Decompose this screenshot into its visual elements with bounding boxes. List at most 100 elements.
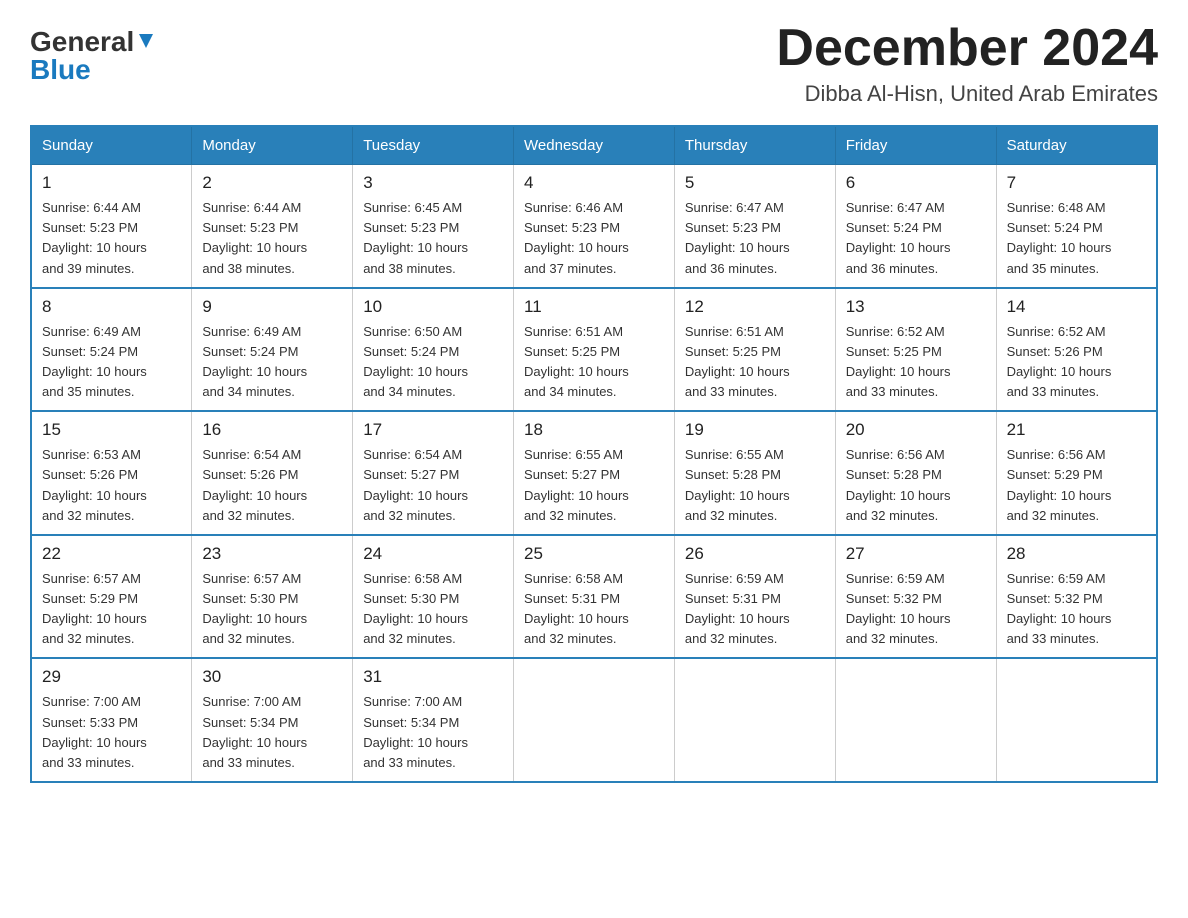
calendar-cell: 22Sunrise: 6:57 AMSunset: 5:29 PMDayligh… xyxy=(31,535,192,659)
day-number: 18 xyxy=(524,420,664,440)
day-info: Sunrise: 6:54 AMSunset: 5:27 PMDaylight:… xyxy=(363,445,503,526)
day-info: Sunrise: 6:57 AMSunset: 5:29 PMDaylight:… xyxy=(42,569,181,650)
day-info: Sunrise: 6:52 AMSunset: 5:26 PMDaylight:… xyxy=(1007,322,1146,403)
day-number: 28 xyxy=(1007,544,1146,564)
day-number: 25 xyxy=(524,544,664,564)
header-thursday: Thursday xyxy=(674,126,835,165)
day-info: Sunrise: 6:58 AMSunset: 5:30 PMDaylight:… xyxy=(363,569,503,650)
day-number: 4 xyxy=(524,173,664,193)
day-number: 31 xyxy=(363,667,503,687)
calendar-table: SundayMondayTuesdayWednesdayThursdayFrid… xyxy=(30,125,1158,783)
calendar-cell: 25 Sunrise: 6:58 AMSunset: 5:31 PMDayligh… xyxy=(514,535,675,659)
day-number: 19 xyxy=(685,420,825,440)
location-title: Dibba Al-Hisn, United Arab Emirates xyxy=(776,81,1158,107)
day-info: Sunrise: 6:58 AMSunset: 5:31 PMDaylight:… xyxy=(524,569,664,650)
calendar-cell: 26 Sunrise: 6:59 AMSunset: 5:31 PMDayligh… xyxy=(674,535,835,659)
day-number: 5 xyxy=(685,173,825,193)
calendar-cell: 4 Sunrise: 6:46 AMSunset: 5:23 PMDaylight… xyxy=(514,165,675,288)
header-tuesday: Tuesday xyxy=(353,126,514,165)
calendar-header-row: SundayMondayTuesdayWednesdayThursdayFrid… xyxy=(31,126,1157,165)
day-info: Sunrise: 6:51 AMSunset: 5:25 PMDaylight:… xyxy=(685,322,825,403)
day-info: Sunrise: 6:52 AMSunset: 5:25 PMDaylight:… xyxy=(846,322,986,403)
day-info: Sunrise: 7:00 AMSunset: 5:33 PMDaylight:… xyxy=(42,692,181,773)
calendar-cell xyxy=(674,658,835,782)
calendar-cell: 20Sunrise: 6:56 AMSunset: 5:28 PMDayligh… xyxy=(835,411,996,535)
day-number: 11 xyxy=(524,297,664,317)
calendar-cell: 7 Sunrise: 6:48 AMSunset: 5:24 PMDaylight… xyxy=(996,165,1157,288)
page-header: General Blue December 2024 Dibba Al-Hisn… xyxy=(30,20,1158,107)
day-info: Sunrise: 6:46 AMSunset: 5:23 PMDaylight:… xyxy=(524,198,664,279)
day-info: Sunrise: 6:55 AMSunset: 5:28 PMDaylight:… xyxy=(685,445,825,526)
calendar-week-row: 1Sunrise: 6:44 AMSunset: 5:23 PMDaylight… xyxy=(31,165,1157,288)
day-number: 9 xyxy=(202,297,342,317)
calendar-cell: 30 Sunrise: 7:00 AMSunset: 5:34 PMDayligh… xyxy=(192,658,353,782)
day-info: Sunrise: 6:59 AMSunset: 5:31 PMDaylight:… xyxy=(685,569,825,650)
day-info: Sunrise: 6:44 AMSunset: 5:23 PMDaylight:… xyxy=(202,198,342,279)
calendar-week-row: 22Sunrise: 6:57 AMSunset: 5:29 PMDayligh… xyxy=(31,535,1157,659)
calendar-cell: 31Sunrise: 7:00 AMSunset: 5:34 PMDayligh… xyxy=(353,658,514,782)
day-number: 23 xyxy=(202,544,342,564)
day-info: Sunrise: 6:51 AMSunset: 5:25 PMDaylight:… xyxy=(524,322,664,403)
day-number: 16 xyxy=(202,420,342,440)
day-number: 6 xyxy=(846,173,986,193)
day-number: 21 xyxy=(1007,420,1146,440)
day-info: Sunrise: 6:56 AMSunset: 5:28 PMDaylight:… xyxy=(846,445,986,526)
calendar-cell xyxy=(514,658,675,782)
day-info: Sunrise: 6:48 AMSunset: 5:24 PMDaylight:… xyxy=(1007,198,1146,279)
day-number: 7 xyxy=(1007,173,1146,193)
day-number: 13 xyxy=(846,297,986,317)
day-info: Sunrise: 6:59 AMSunset: 5:32 PMDaylight:… xyxy=(846,569,986,650)
header-saturday: Saturday xyxy=(996,126,1157,165)
day-info: Sunrise: 6:49 AMSunset: 5:24 PMDaylight:… xyxy=(202,322,342,403)
day-number: 12 xyxy=(685,297,825,317)
calendar-cell: 23 Sunrise: 6:57 AMSunset: 5:30 PMDayligh… xyxy=(192,535,353,659)
day-number: 26 xyxy=(685,544,825,564)
calendar-cell: 9 Sunrise: 6:49 AMSunset: 5:24 PMDaylight… xyxy=(192,288,353,412)
calendar-cell xyxy=(835,658,996,782)
month-title: December 2024 xyxy=(776,20,1158,77)
day-number: 30 xyxy=(202,667,342,687)
day-info: Sunrise: 6:49 AMSunset: 5:24 PMDaylight:… xyxy=(42,322,181,403)
calendar-cell: 6 Sunrise: 6:47 AMSunset: 5:24 PMDaylight… xyxy=(835,165,996,288)
day-info: Sunrise: 6:57 AMSunset: 5:30 PMDaylight:… xyxy=(202,569,342,650)
logo-blue-text: Blue xyxy=(30,56,91,84)
day-info: Sunrise: 6:50 AMSunset: 5:24 PMDaylight:… xyxy=(363,322,503,403)
calendar-cell: 12 Sunrise: 6:51 AMSunset: 5:25 PMDayligh… xyxy=(674,288,835,412)
calendar-cell: 5 Sunrise: 6:47 AMSunset: 5:23 PMDaylight… xyxy=(674,165,835,288)
day-number: 24 xyxy=(363,544,503,564)
calendar-cell: 21Sunrise: 6:56 AMSunset: 5:29 PMDayligh… xyxy=(996,411,1157,535)
calendar-cell: 24 Sunrise: 6:58 AMSunset: 5:30 PMDayligh… xyxy=(353,535,514,659)
logo-triangle-icon xyxy=(137,32,155,55)
calendar-cell: 8 Sunrise: 6:49 AMSunset: 5:24 PMDaylight… xyxy=(31,288,192,412)
day-info: Sunrise: 7:00 AMSunset: 5:34 PMDaylight:… xyxy=(202,692,342,773)
calendar-cell: 14 Sunrise: 6:52 AMSunset: 5:26 PMDayligh… xyxy=(996,288,1157,412)
day-number: 2 xyxy=(202,173,342,193)
calendar-week-row: 15Sunrise: 6:53 AMSunset: 5:26 PMDayligh… xyxy=(31,411,1157,535)
day-number: 17 xyxy=(363,420,503,440)
header-friday: Friday xyxy=(835,126,996,165)
calendar-week-row: 8 Sunrise: 6:49 AMSunset: 5:24 PMDaylight… xyxy=(31,288,1157,412)
title-area: December 2024 Dibba Al-Hisn, United Arab… xyxy=(776,20,1158,107)
calendar-cell: 16 Sunrise: 6:54 AMSunset: 5:26 PMDayligh… xyxy=(192,411,353,535)
calendar-cell xyxy=(996,658,1157,782)
day-info: Sunrise: 6:59 AMSunset: 5:32 PMDaylight:… xyxy=(1007,569,1146,650)
day-info: Sunrise: 6:47 AMSunset: 5:23 PMDaylight:… xyxy=(685,198,825,279)
day-number: 10 xyxy=(363,297,503,317)
logo: General Blue xyxy=(30,28,155,84)
day-number: 3 xyxy=(363,173,503,193)
day-info: Sunrise: 6:53 AMSunset: 5:26 PMDaylight:… xyxy=(42,445,181,526)
day-info: Sunrise: 6:55 AMSunset: 5:27 PMDaylight:… xyxy=(524,445,664,526)
day-number: 14 xyxy=(1007,297,1146,317)
day-info: Sunrise: 6:45 AMSunset: 5:23 PMDaylight:… xyxy=(363,198,503,279)
calendar-week-row: 29Sunrise: 7:00 AMSunset: 5:33 PMDayligh… xyxy=(31,658,1157,782)
day-number: 8 xyxy=(42,297,181,317)
header-sunday: Sunday xyxy=(31,126,192,165)
calendar-cell: 10 Sunrise: 6:50 AMSunset: 5:24 PMDayligh… xyxy=(353,288,514,412)
day-number: 27 xyxy=(846,544,986,564)
day-info: Sunrise: 6:47 AMSunset: 5:24 PMDaylight:… xyxy=(846,198,986,279)
logo-general-text: General xyxy=(30,28,134,56)
day-info: Sunrise: 6:54 AMSunset: 5:26 PMDaylight:… xyxy=(202,445,342,526)
calendar-cell: 27 Sunrise: 6:59 AMSunset: 5:32 PMDayligh… xyxy=(835,535,996,659)
calendar-cell: 1Sunrise: 6:44 AMSunset: 5:23 PMDaylight… xyxy=(31,165,192,288)
calendar-cell: 18 Sunrise: 6:55 AMSunset: 5:27 PMDayligh… xyxy=(514,411,675,535)
